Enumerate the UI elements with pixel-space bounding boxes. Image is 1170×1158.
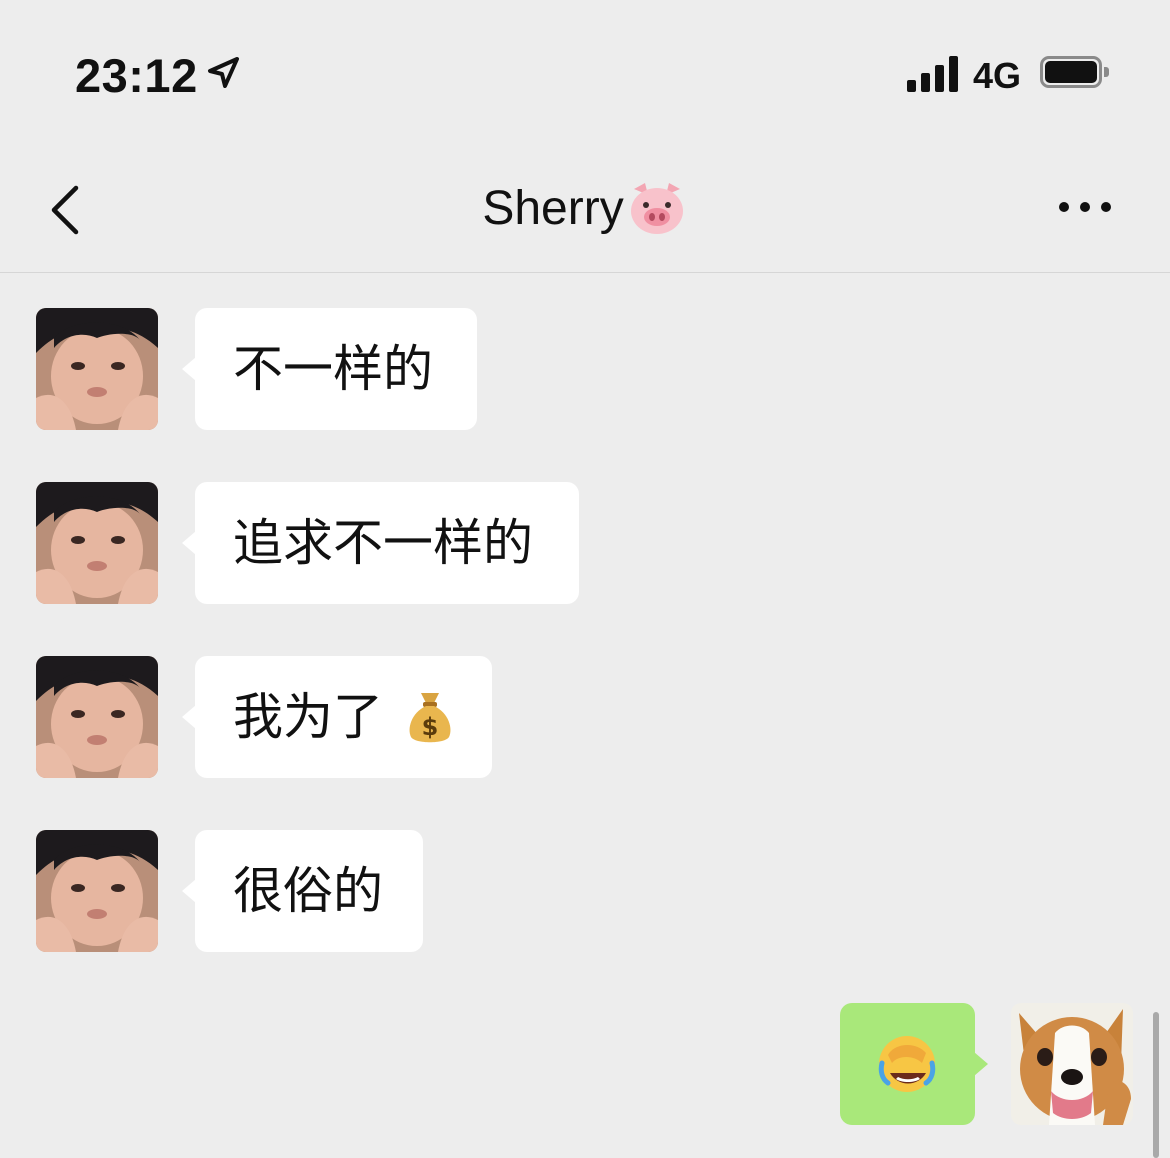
message-text: 追求不一样的 [233,515,533,571]
facepalm-laugh-icon [878,1036,936,1092]
scrollbar[interactable] [1153,1012,1159,1158]
message-bubble[interactable]: 不一样的 [182,308,477,430]
money-bag-icon: $ [409,692,451,743]
message-text: 我为了 [233,689,383,745]
message-bubble-outgoing[interactable] [840,1003,988,1125]
more-options-icon[interactable] [1052,192,1122,222]
contact-avatar[interactable] [36,308,158,430]
message-text: 很俗的 [233,863,383,919]
contact-avatar[interactable] [36,656,158,778]
pig-face-icon [630,183,683,235]
network-type: 4G [973,55,1022,96]
chat-title: Sherry [482,181,624,235]
status-bar: 23:12 4G [0,0,1170,140]
message-bubble[interactable]: 我为了 $ [182,656,492,778]
message-text: 不一样的 [233,341,433,397]
chat-header: Sherry [0,140,1170,273]
contact-avatar[interactable] [36,482,158,604]
battery-icon [1040,56,1110,92]
contact-avatar[interactable] [36,830,158,952]
signal-strength-icon [907,56,959,92]
message-bubble[interactable]: 很俗的 [182,830,423,952]
message-bubble[interactable]: 追求不一样的 [182,482,579,604]
status-time: 23:12 [75,49,198,102]
location-arrow-icon [208,57,239,88]
user-avatar[interactable] [1011,1003,1133,1125]
chat-title-container: Sherry [0,178,1170,237]
message-list[interactable]: 不一样的 追求不一样的 我为了 $ 很俗的 [0,273,1170,1158]
svg-text:$: $ [422,713,439,741]
